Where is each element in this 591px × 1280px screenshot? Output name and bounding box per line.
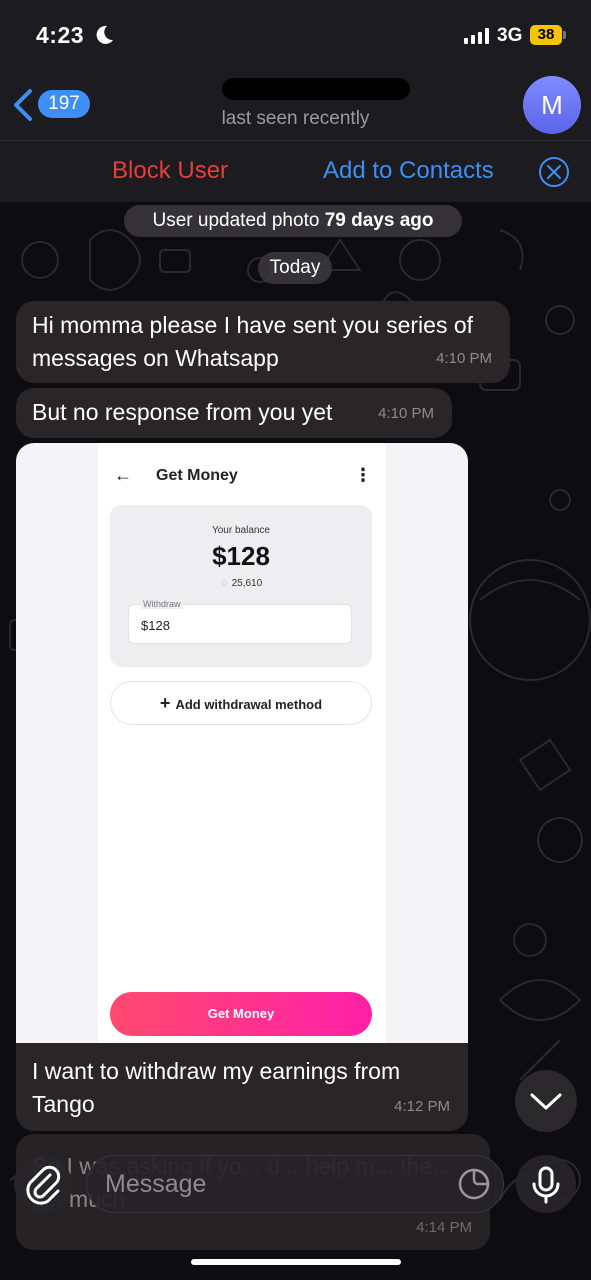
message-text: I want to withdraw my earnings from Tang… — [32, 1058, 401, 1117]
image-attachment[interactable]: ← Get Money ⋮ Your balance $128 ♢ 25,610… — [16, 443, 468, 1043]
screenshot-withdraw-field: Withdraw $128 — [128, 599, 352, 644]
screenshot-get-money-button: Get Money — [110, 992, 372, 1036]
message-text: Hi momma please I have sent you series o… — [32, 312, 474, 371]
microphone-icon — [532, 1166, 560, 1204]
last-seen-status: last seen recently — [221, 108, 370, 129]
diamond-icon: ♢ — [219, 578, 232, 589]
chevron-down-icon — [530, 1093, 562, 1110]
screenshot-add-method-label: Add withdrawal method — [175, 697, 323, 712]
message-input[interactable]: Message — [86, 1155, 504, 1213]
photo-updated-notice: User updated photo 79 days ago — [124, 205, 462, 237]
screenshot-back-arrow-icon: ← — [114, 465, 132, 485]
microphone-button[interactable] — [516, 1155, 576, 1213]
screenshot-title: Get Money — [156, 467, 238, 484]
contact-action-bar: Block User Add to Contacts — [0, 140, 591, 202]
message-text: But no response from you yet — [32, 399, 333, 425]
message-time: 4:10 PM — [436, 350, 492, 367]
screenshot-balance-label: Your balance — [211, 525, 270, 536]
message-time: 4:12 PM — [394, 1098, 450, 1115]
attach-button[interactable] — [14, 1155, 72, 1213]
message-bubble[interactable]: But no response from you yet 4:10 PM — [16, 388, 452, 438]
screenshot-balance: $128 — [212, 541, 270, 571]
plus-icon: + — [159, 693, 176, 713]
screenshot-withdraw-label: Withdraw — [141, 599, 183, 609]
status-bar: 4:23 3G 38 — [0, 0, 591, 70]
chat-header: 197 Ms Glo... last seen recently M — [0, 70, 591, 140]
screenshot-withdraw-value: $128 — [141, 618, 170, 633]
scroll-to-bottom-button[interactable] — [515, 1070, 577, 1132]
sticker-icon[interactable] — [456, 1166, 492, 1202]
paperclip-icon — [26, 1165, 61, 1205]
date-separator: Today — [258, 252, 332, 284]
message-time: 4:14 PM — [416, 1219, 472, 1236]
do-not-disturb-moon-icon — [96, 25, 113, 44]
screenshot-balance-card: Your balance $128 ♢ 25,610 Withdraw $128 — [110, 505, 372, 667]
message-bubble[interactable]: Hi momma please I have sent you series o… — [16, 301, 510, 383]
add-to-contacts-button[interactable]: Add to Contacts — [323, 157, 494, 185]
cellular-signal-icon — [464, 28, 489, 44]
network-type: 3G — [497, 25, 523, 46]
contact-avatar[interactable]: M — [523, 76, 581, 134]
battery-icon: 38 — [530, 25, 562, 45]
photo-updated-days: 79 days ago — [324, 210, 434, 231]
block-user-button[interactable]: Block User — [112, 157, 228, 185]
screenshot-app-screen: ← Get Money ⋮ Your balance $128 ♢ 25,610… — [98, 443, 386, 1043]
screenshot-add-method-button: + Add withdrawal method — [110, 681, 372, 725]
home-indicator[interactable] — [191, 1259, 401, 1265]
status-time: 4:23 — [36, 22, 85, 48]
screenshot-more-icon: ⋮ — [354, 465, 372, 485]
message-time: 4:10 PM — [378, 405, 434, 422]
screenshot-diamonds: ♢ 25,610 — [110, 578, 372, 589]
battery-tip — [563, 31, 566, 39]
contact-name-redacted[interactable]: Ms Glo... — [222, 78, 410, 100]
screenshot-diamond-count: 25,610 — [231, 578, 263, 589]
image-caption-bubble[interactable]: I want to withdraw my earnings from Tang… — [16, 1043, 468, 1131]
photo-updated-prefix: User updated photo — [152, 210, 325, 231]
close-circle-icon[interactable] — [538, 156, 570, 188]
